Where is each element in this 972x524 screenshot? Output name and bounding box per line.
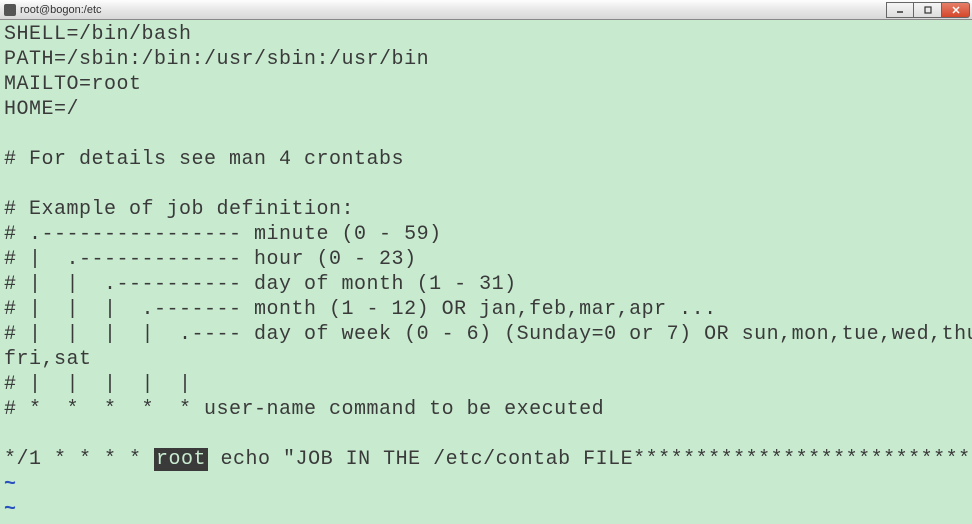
maximize-button[interactable]: [914, 2, 942, 18]
minimize-icon: [895, 5, 905, 15]
cron-user-highlighted: root: [154, 448, 208, 471]
vim-tilde: ~: [4, 498, 17, 521]
window-controls: [886, 2, 970, 18]
file-line: # For details see man 4 crontabs: [4, 148, 404, 171]
file-line: SHELL=/bin/bash: [4, 23, 192, 46]
terminal-content[interactable]: SHELL=/bin/bash PATH=/sbin:/bin:/usr/sbi…: [0, 20, 972, 524]
file-line: # | | | | |: [4, 373, 192, 396]
close-icon: [951, 5, 961, 15]
file-line: PATH=/sbin:/bin:/usr/sbin:/usr/bin: [4, 48, 429, 71]
cron-entry-line: */1 * * * * root echo "JOB IN THE /etc/c…: [4, 448, 972, 471]
file-line: # | | .---------- day of month (1 - 31): [4, 273, 517, 296]
file-line: MAILTO=root: [4, 73, 142, 96]
window-title: root@bogon:/etc: [20, 4, 102, 16]
file-line: # .---------------- minute (0 - 59): [4, 223, 442, 246]
cron-schedule: */1 * * * *: [4, 448, 154, 471]
file-line: # | | | | .---- day of week (0 - 6) (Sun…: [4, 323, 972, 346]
titlebar-left: root@bogon:/etc: [4, 4, 102, 16]
app-icon: [4, 4, 16, 16]
vim-tilde: ~: [4, 473, 17, 496]
window-titlebar: root@bogon:/etc: [0, 0, 972, 20]
file-line: fri,sat: [4, 348, 92, 371]
file-line: HOME=/: [4, 98, 79, 121]
maximize-icon: [923, 5, 933, 15]
file-line: # | | | .------- month (1 - 12) OR jan,f…: [4, 298, 717, 321]
close-button[interactable]: [942, 2, 970, 18]
file-line: # * * * * * user-name command to be exec…: [4, 398, 604, 421]
cron-command: echo "JOB IN THE /etc/contab FILE*******…: [208, 448, 972, 471]
minimize-button[interactable]: [886, 2, 914, 18]
file-line: # | .------------- hour (0 - 23): [4, 248, 417, 271]
file-line: # Example of job definition:: [4, 198, 354, 221]
